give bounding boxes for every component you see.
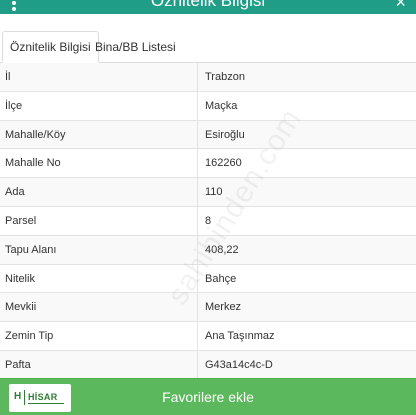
attribute-value: 110: [197, 178, 416, 206]
table-row: Ada 110: [0, 178, 416, 207]
tab-building-list[interactable]: Bina/BB Listesi: [87, 31, 184, 63]
attribute-key: Pafta: [5, 358, 31, 371]
attribute-key: Parsel: [5, 214, 37, 227]
logo-divider: [24, 390, 25, 405]
footer-bar: Favorilere ekle H HİSAR: [0, 378, 416, 415]
table-row: Mahalle/Köy Esiroğlu: [0, 120, 416, 150]
attribute-value: Bahçe: [197, 264, 416, 293]
logo-underline: [28, 403, 64, 404]
attribute-key: Mahalle/Köy: [5, 128, 66, 141]
table-row: Tapu Alanı 408,22: [0, 235, 416, 265]
attribute-key: Nitelik: [5, 272, 35, 285]
attribute-table: İl Trabzon İlçe Maçka Mahalle/Köy Esiroğ…: [0, 63, 416, 380]
attribute-key: Mahalle No: [5, 157, 61, 170]
attribute-value: 408,22: [197, 235, 416, 264]
tab-attribute-info[interactable]: Öznitelik Bilgisi: [2, 31, 99, 63]
window-titlebar: Öznitelik Bilgisi ×: [0, 0, 416, 14]
table-row: Mahalle No 162260: [0, 149, 416, 179]
table-row: Mevkii Merkez: [0, 293, 416, 323]
attribute-value: G43a14c4c-D: [197, 350, 416, 379]
attribute-value: Esiroğlu: [197, 120, 416, 149]
attribute-key: Mevkii: [5, 301, 37, 314]
attribute-value: Ana Taşınmaz: [197, 322, 416, 350]
attribute-value: Merkez: [197, 293, 416, 322]
attribute-value: Maçka: [197, 91, 416, 120]
table-row: İlçe Maçka: [0, 91, 416, 121]
attribute-key: Zemin Tip: [5, 330, 54, 343]
attribute-value: 8: [197, 206, 416, 235]
attribute-value: Trabzon: [197, 63, 416, 91]
logo-name: HİSAR: [28, 392, 58, 402]
table-row: Zemin Tip Ana Taşınmaz: [0, 322, 416, 351]
close-icon[interactable]: ×: [395, 0, 406, 12]
table-row: Nitelik Bahçe: [0, 264, 416, 294]
attribute-key: Ada: [5, 186, 25, 199]
window-title: Öznitelik Bilgisi: [150, 0, 266, 10]
attribute-key: İl: [5, 71, 11, 83]
table-row: İl Trabzon: [0, 63, 416, 92]
table-row: Pafta G43a14c4c-D: [0, 350, 416, 380]
attribute-value: 162260: [197, 149, 416, 178]
tab-bar: Öznitelik Bilgisi Bina/BB Listesi: [0, 14, 416, 63]
logo-letter: H: [14, 391, 22, 402]
hisar-logo: H HİSAR: [9, 384, 71, 412]
attribute-key: İlçe: [5, 99, 23, 112]
attribute-key: Tapu Alanı: [5, 243, 57, 256]
table-row: Parsel 8: [0, 206, 416, 236]
